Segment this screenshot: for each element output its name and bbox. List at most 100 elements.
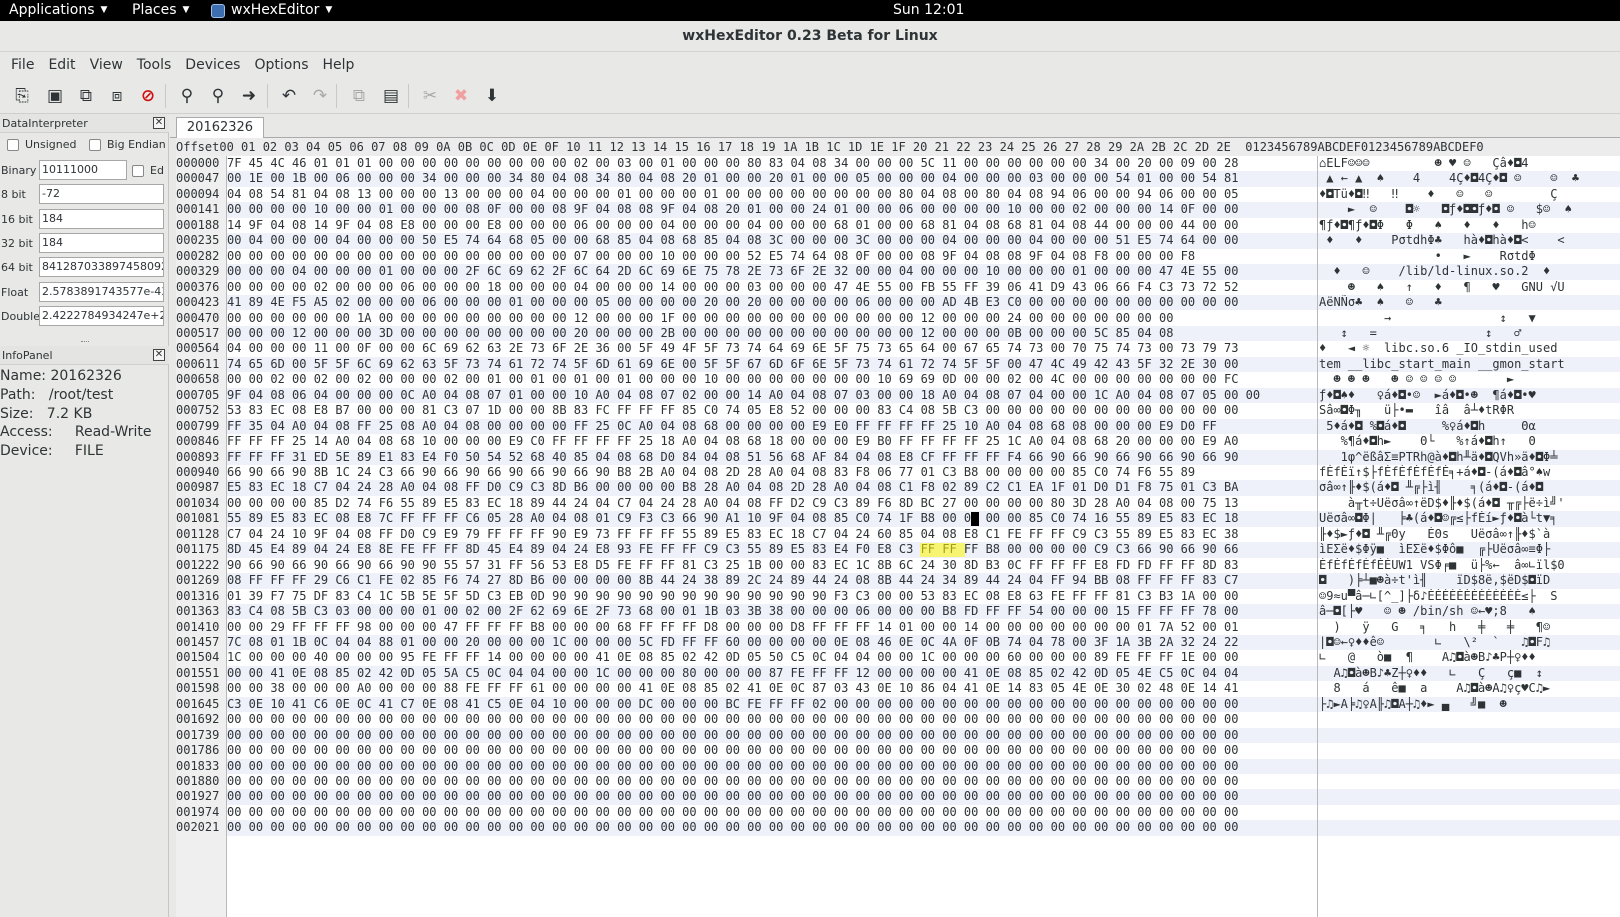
hex-row[interactable]: 41 89 4E F5 A5 02 00 00 00 06 00 00 00 0…	[227, 295, 1238, 310]
hex-row[interactable]: 00 00 00 00 00 00 1A 00 00 00 00 00 00 0…	[227, 311, 1173, 326]
active-app-menu[interactable]: wxHexEditor ▼	[211, 0, 332, 21]
text-row[interactable]: ☻ ♠ ↑ ♦ ¶ ♥ GNU √U	[1319, 280, 1620, 295]
text-row[interactable]: ☺9≈u▀â─∟[^_]├δ♪ÉÉÉÉÉÉÉÉÉÉÉÉÉ≤├ S	[1319, 589, 1620, 604]
close-panel-icon[interactable]: ✕	[153, 349, 165, 361]
hex-row[interactable]: 00 00 00 00 00 00 00 00 00 00 00 00 00 0…	[227, 743, 1238, 758]
places-menu[interactable]: Places ▼	[132, 0, 189, 21]
text-row[interactable]: tem __libc_start_main __gmon_start	[1319, 357, 1620, 372]
text-row[interactable]	[1319, 743, 1620, 758]
clock[interactable]: Sun 12:01	[893, 0, 964, 21]
paste-icon[interactable]: ▤	[379, 84, 403, 108]
hex-editor-view[interactable]: Offset00 01 02 03 04 05 06 07 08 09 0A 0…	[176, 138, 1620, 917]
undo-icon[interactable]: ↶	[277, 84, 301, 108]
tab-20162326[interactable]: 20162326	[176, 117, 264, 139]
text-row[interactable]: ♦ ☺ /lib/ld-linux.so.2 ♦	[1319, 264, 1620, 279]
menu-file[interactable]: File	[4, 52, 41, 78]
cut-icon[interactable]: ✂	[418, 84, 442, 108]
applications-menu[interactable]: Applications ▼	[9, 0, 107, 21]
hex-row[interactable]: 00 00 41 0E 08 85 02 42 0D 05 5A C5 0C 0…	[227, 666, 1238, 681]
text-row[interactable]: σâ∞↑╟♦$(á♦◘ ╨╔├ì╢ ╕(á♦◘-(á♦◘	[1319, 480, 1620, 495]
hex-row[interactable]: 1C 00 00 00 40 00 00 00 95 FE FF FF 14 0…	[227, 650, 1238, 665]
text-row[interactable]: 8 á ê■ a A♫◘à☻A♫♀ç♥C♫►	[1319, 681, 1620, 696]
text-row[interactable]: → ↕ ▼	[1319, 311, 1620, 326]
text-row[interactable]: Sâ∞◘Φ╖ ü├•▬ îâ â┴♦tRΦR	[1319, 403, 1620, 418]
hex-row[interactable]: FF 35 04 A0 04 08 FF 25 08 A0 04 08 00 0…	[227, 419, 1217, 434]
hex-row[interactable]: 00 00 00 00 10 00 00 01 00 00 00 08 0F 0…	[227, 202, 1238, 217]
hex-row[interactable]: 00 04 00 00 00 04 00 00 00 50 E5 74 64 6…	[227, 233, 1238, 248]
hex-row[interactable]: 8D 45 E4 89 04 24 E8 8E FE FF FF 8D 45 E…	[227, 542, 1238, 557]
menu-tools[interactable]: Tools	[130, 52, 179, 78]
text-row[interactable]: 5♦á♦◘ %◘á♦◘ %♀á♦◘h Θα	[1319, 419, 1620, 434]
hex-row[interactable]: 7C 08 01 1B 0C 04 04 88 01 00 00 20 00 0…	[227, 635, 1238, 650]
interpreter-value-field[interactable]: 184	[39, 208, 164, 229]
text-column[interactable]: ⌂ELF☺☺☺ ☻ ♥ ☺ Çâ♦◘4 ▲ ← ▲ ♠ 4 4Ç♦◘4Ç♦◘ ☺…	[1319, 156, 1620, 917]
hex-row[interactable]: 00 00 00 00 00 00 00 00 00 00 00 00 00 0…	[227, 820, 1238, 835]
replace-icon[interactable]: ⚲	[206, 84, 230, 108]
hex-row[interactable]: 04 08 54 81 04 08 13 00 00 00 13 00 00 0…	[227, 187, 1238, 202]
interpreter-value-field[interactable]: -72	[39, 184, 164, 205]
hex-row[interactable]: 00 00 00 00 00 00 00 00 00 00 00 00 00 0…	[227, 805, 1238, 820]
hex-row[interactable]: 00 00 00 12 00 00 00 3D 00 00 00 00 00 0…	[227, 326, 1173, 341]
checkbox-box[interactable]	[132, 164, 144, 177]
checkbox-box[interactable]	[89, 138, 101, 151]
text-row[interactable]: ♦ ◄ ☼ libc.so.6 _IO_stdin_used	[1319, 341, 1620, 356]
text-row[interactable]: |◘☺←♀♦♦ê☺ ∟ \² ` ♫◘F♫	[1319, 635, 1620, 650]
hex-row[interactable]: 83 C4 08 5B C3 03 00 00 00 01 00 02 00 2…	[227, 604, 1238, 619]
new-file-icon[interactable]: ⎘	[10, 84, 34, 108]
text-row[interactable]: ├♫►A╞♫♀A╟♫◘A┼♫♦► ▄ ╝■ ☻	[1319, 697, 1620, 712]
text-row[interactable]: ◘ )╞┴■☻à÷t'ì╢ ïD$8ë,$ëD$◘ïD	[1319, 573, 1620, 588]
menu-view[interactable]: View	[83, 52, 130, 78]
hex-row[interactable]: FF FF FF 25 14 A0 04 08 68 10 00 00 00 E…	[227, 434, 1238, 449]
redo-icon[interactable]: ↷	[308, 84, 332, 108]
hex-row[interactable]: 00 00 00 04 00 00 00 01 00 00 00 2F 6C 6…	[227, 264, 1238, 279]
text-row[interactable]: ↕ = ↕ ♂	[1319, 326, 1620, 341]
delete-icon[interactable]: ✖	[449, 84, 473, 108]
text-row[interactable]: ) ÿ G ╕ h ╪ ╪ ¶☺	[1319, 620, 1620, 635]
text-row[interactable]: %¶á♦◘h► Θ└ %↑á♦◘h↑ Θ	[1319, 434, 1620, 449]
hex-row[interactable]: 00 00 38 00 00 00 A0 00 00 00 88 FE FF F…	[227, 681, 1238, 696]
text-row[interactable]: ⌂ELF☺☺☺ ☻ ♥ ☺ Çâ♦◘4	[1319, 156, 1620, 171]
hex-row[interactable]: 14 9F 04 08 14 9F 04 08 E8 00 00 00 E8 0…	[227, 218, 1238, 233]
interpreter-value-field[interactable]: 184	[39, 232, 164, 253]
window-title-bar[interactable]: wxHexEditor 0.23 Beta for Linux	[0, 21, 1620, 52]
hex-row[interactable]: E5 83 EC 18 C7 04 24 28 A0 04 08 FF D0 C…	[227, 480, 1238, 495]
save-file-icon[interactable]: ⧉	[74, 84, 98, 108]
hex-row[interactable]: 00 00 00 00 00 00 00 00 00 00 00 00 00 0…	[227, 249, 1195, 264]
text-row[interactable]	[1319, 805, 1620, 820]
text-row[interactable]: ìEΣë♦$Φÿ■ ìEΣë♦$Φô■ ╔├Uëσâ∞≡Φ├	[1319, 542, 1620, 557]
hex-row[interactable]: 00 00 02 00 02 00 02 00 00 00 02 00 01 0…	[227, 372, 1238, 387]
offset-column[interactable]: 000000 000047 000094 000141 000188 000235 0002…	[176, 156, 227, 917]
hex-row[interactable]: 00 00 00 00 00 00 00 00 00 00 00 00 00 0…	[227, 789, 1238, 804]
edit-checkbox[interactable]: Ed	[132, 164, 169, 177]
hex-row[interactable]: 00 00 00 00 85 D2 74 F6 55 89 E5 83 EC 1…	[227, 496, 1238, 511]
text-row[interactable]: A♫◘à☻B♪♣Z┼♀♦♦ ∟ Ç ç■ ↕	[1319, 666, 1620, 681]
hex-row[interactable]: 00 00 00 00 00 00 00 00 00 00 00 00 00 0…	[227, 759, 1238, 774]
text-row[interactable]: ÉfÉfÉfÉfÉÉUW1 VSΦ╒■ ü├%← â∞∟ïl$0	[1319, 558, 1620, 573]
hex-row[interactable]: 66 90 66 90 8B 1C 24 C3 66 90 66 90 66 9…	[227, 465, 1195, 480]
hex-row[interactable]: 53 83 EC 08 E8 B7 00 00 00 81 C3 07 1D 0…	[227, 403, 1238, 418]
text-row[interactable]: ╟♦$►ƒ♦◘ ╨╔Θy ÉΘs Uëσâ∞↑╟♦$`à	[1319, 527, 1620, 542]
menu-edit[interactable]: Edit	[41, 52, 82, 78]
menu-options[interactable]: Options	[247, 52, 315, 78]
text-row[interactable]	[1319, 789, 1620, 804]
text-row[interactable]	[1319, 820, 1620, 835]
hex-row[interactable]: 00 00 00 00 00 00 00 00 00 00 00 00 00 0…	[227, 712, 1238, 727]
menu-help[interactable]: Help	[316, 52, 362, 78]
text-row[interactable]: Uëσâ∞◘Φ| ╞♣(á♦◘☺╔≤├fÉí►ƒ♦◘à└t▼╕	[1319, 511, 1620, 526]
save-as-icon[interactable]: ⧈	[105, 84, 129, 108]
hex-row[interactable]: C7 04 24 10 9F 04 08 FF D0 C9 E9 79 FF F…	[227, 527, 1238, 542]
checkbox-box[interactable]	[7, 138, 19, 151]
interpreter-value-field[interactable]: 8412870338974580920	[39, 257, 164, 278]
close-file-icon[interactable]: ⊘	[136, 84, 160, 108]
hex-row[interactable]: 00 1E 00 1B 00 06 00 00 00 34 00 00 00 3…	[227, 171, 1238, 186]
close-panel-icon[interactable]: ✕	[153, 117, 165, 129]
text-row[interactable]: ƒ♦◘♠♦ ♀á♦◘•☺ ►á♦◘•☻ ¶á♦◘•♥	[1319, 388, 1620, 403]
interpreter-value-field[interactable]: 2.5783891743577e-43	[39, 281, 164, 302]
text-row[interactable]	[1319, 774, 1620, 789]
hex-row[interactable]: 00 00 00 00 00 00 00 00 00 00 00 00 00 0…	[227, 774, 1238, 789]
menu-devices[interactable]: Devices	[178, 52, 247, 78]
copy-icon[interactable]: ⧉	[347, 84, 371, 108]
hex-row[interactable]: 74 65 6D 00 5F 5F 6C 69 62 63 5F 73 74 6…	[227, 357, 1238, 372]
hex-row[interactable]: 55 89 E5 83 EC 08 E8 7C FF FF FF C6 05 2…	[227, 511, 1238, 526]
hex-row[interactable]: 01 39 F7 75 DF 83 C4 1C 5B 5E 5F 5D C3 E…	[227, 589, 1238, 604]
